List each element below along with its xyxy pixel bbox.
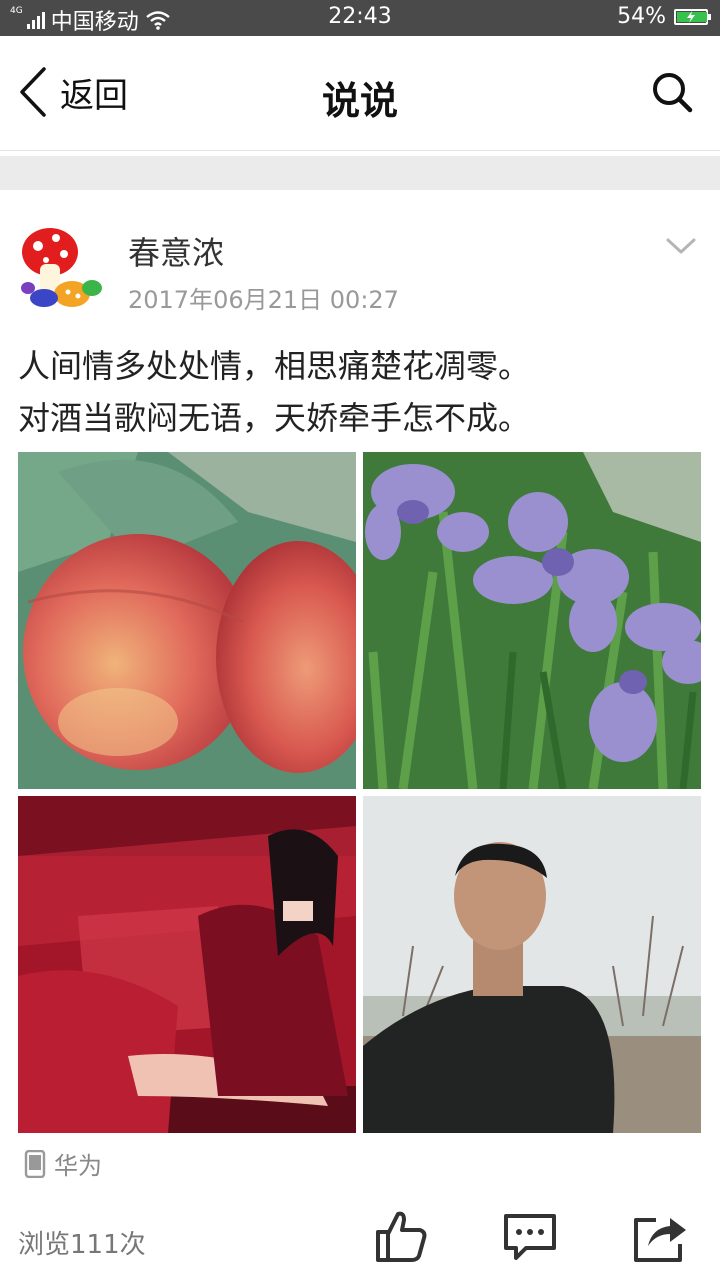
comment-button[interactable] — [502, 1208, 558, 1268]
post-line-1: 人间情多处处情，相思痛楚花凋零。 — [18, 347, 531, 385]
view-count: 浏览111次 — [18, 1230, 146, 1260]
status-right: 54% — [617, 4, 711, 29]
post-content: 人间情多处处情，相思痛楚花凋零。 对酒当歌闷无语，天娇牵手怎不成。 — [18, 340, 708, 444]
like-button[interactable] — [372, 1208, 428, 1268]
post-menu-button[interactable] — [666, 236, 696, 260]
device-name: 华为 — [54, 1152, 102, 1180]
phone-icon — [24, 1149, 46, 1178]
search-icon — [653, 73, 693, 113]
post-author[interactable]: 春意浓 — [128, 228, 224, 274]
page-title: 说说 — [321, 79, 398, 123]
man-portrait-photo[interactable] — [363, 796, 701, 1133]
search-button[interactable] — [650, 70, 694, 118]
battery-icon — [674, 8, 711, 25]
woman-in-red-photo[interactable] — [18, 796, 356, 1133]
device-tag: 华为 — [24, 1146, 102, 1181]
section-divider — [0, 156, 720, 190]
avatar[interactable] — [20, 224, 106, 312]
share-icon — [634, 1218, 686, 1262]
thumbs-up-icon — [376, 1211, 427, 1262]
battery-percent: 54% — [617, 4, 666, 29]
post-line-2: 对酒当歌闷无语，天娇牵手怎不成。 — [18, 399, 531, 437]
share-button[interactable] — [632, 1208, 688, 1268]
clock: 22:43 — [328, 4, 392, 29]
title-bar: 返回 说说 — [0, 36, 720, 151]
status-bar: 4G 中国移动 22:43 54% — [0, 0, 720, 36]
post-timestamp: 2017年06月21日 00:27 — [128, 286, 399, 314]
mushroom-avatar-icon — [21, 228, 102, 307]
chevron-down-icon — [666, 238, 696, 254]
comment-icon — [504, 1214, 556, 1260]
iris-flowers-photo[interactable] — [363, 452, 701, 789]
peach-photo[interactable] — [18, 452, 356, 789]
